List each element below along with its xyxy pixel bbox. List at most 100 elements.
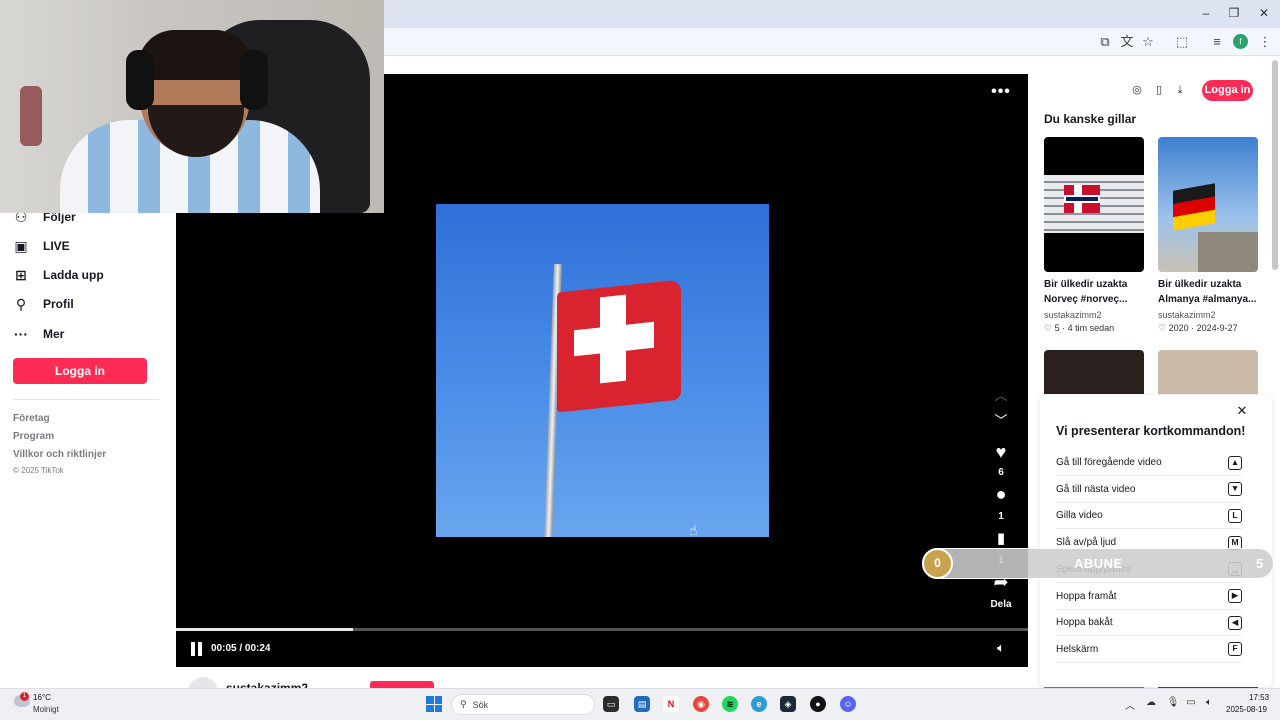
browser-menu-icon[interactable]: ⋮ — [1256, 33, 1274, 51]
onedrive-icon[interactable]: ☁ — [1144, 697, 1158, 708]
minimize-button[interactable]: – — [1196, 4, 1216, 22]
bookmark-star-icon[interactable]: ☆ — [1139, 33, 1157, 51]
shortcut-key-icon: F — [1228, 642, 1242, 657]
page-scrollbar[interactable] — [1272, 60, 1278, 270]
sidebar-item-live[interactable]: ▣ LIVE — [13, 234, 69, 258]
sidebar-item-label: Mer — [43, 327, 65, 341]
suggestion-thumbnail[interactable] — [1044, 350, 1144, 394]
comment-count: 1 — [998, 511, 1004, 522]
install-app-icon[interactable]: ⧉ — [1096, 33, 1114, 51]
sidebar-item-profile[interactable]: ⚲ Profil — [13, 292, 74, 316]
shortcut-row: Gilla video L — [1056, 503, 1242, 530]
upload-icon: ⊞ — [15, 266, 27, 283]
suggestion-user[interactable]: sustakazimm2 — [1044, 310, 1102, 320]
suggestions-title: Du kanske gillar — [1044, 112, 1137, 126]
shortcut-row: Helskärm F — [1056, 637, 1242, 663]
mobile-icon[interactable]: ▯ — [1152, 83, 1166, 97]
sidebar-item-upload[interactable]: ⊞ Ladda upp — [13, 263, 104, 287]
video-timecode: 00:05 / 00:24 — [211, 643, 271, 654]
germany-flag — [1173, 183, 1215, 231]
header-login-button[interactable]: Logga in — [1202, 80, 1253, 101]
subscribe-goal-count: 0 — [922, 548, 953, 579]
more-icon: ··· — [14, 326, 28, 342]
weather-temperature[interactable]: 16°C — [33, 693, 51, 702]
more-options-icon[interactable]: ••• — [990, 83, 1012, 101]
taskbar-search[interactable]: ⚲ Sök — [451, 694, 595, 715]
pause-icon[interactable] — [189, 642, 205, 656]
footer-link-program[interactable]: Program — [13, 431, 54, 442]
discord-icon[interactable]: ☺ — [840, 696, 856, 712]
comment-icon[interactable]: ● — [985, 484, 1017, 504]
suggestion-age: 2024-9-27 — [1196, 323, 1238, 333]
subscribe-goal-target: 5 — [1256, 556, 1264, 571]
copyright-text: © 2025 TikTok — [13, 466, 64, 475]
footer-link-terms[interactable]: Villkor och riktlinjer — [13, 449, 106, 460]
headset-left — [126, 50, 154, 110]
prev-video-icon[interactable]: ︿ — [985, 386, 1017, 406]
shortcut-key-icon: ▲ — [1228, 455, 1242, 470]
speaker-icon[interactable]: 🔈︎ — [1202, 697, 1216, 708]
profile-avatar[interactable]: f — [1233, 34, 1248, 49]
download-icon[interactable]: ⤓ — [1173, 83, 1187, 97]
shortcut-label: Slå av/på ljud — [1056, 537, 1117, 549]
extensions-icon[interactable]: ⬚ — [1173, 33, 1191, 51]
footer-link-company[interactable]: Företag — [13, 413, 50, 424]
task-view-icon[interactable]: ▭ — [603, 696, 619, 712]
video-frame[interactable] — [436, 204, 769, 537]
shortcut-row: Gå till nästa video ▼ — [1056, 477, 1242, 503]
spotify-icon[interactable]: ≋ — [722, 696, 738, 712]
shortcut-label: Gå till föregående video — [1056, 457, 1162, 468]
suggestion-likes: 5 — [1054, 323, 1060, 333]
edge-icon[interactable]: e — [751, 696, 767, 712]
suggestion-age: 4 tim sedan — [1067, 323, 1115, 333]
suggestion-thumbnail[interactable] — [1044, 137, 1144, 272]
headset-right — [240, 50, 268, 110]
suggestion-user[interactable]: sustakazimm2 — [1158, 310, 1216, 320]
windows-start-icon[interactable] — [426, 696, 442, 712]
sidebar-item-more[interactable]: ··· Mer — [13, 322, 64, 346]
sidebar-login-button[interactable]: Logga in — [13, 358, 147, 384]
suggestion-meta: ♡ 2020 · 2024-9-27 — [1158, 323, 1238, 334]
tray-expand-icon[interactable]: ︿ — [1123, 697, 1137, 712]
shortcut-label: Hoppa framåt — [1056, 590, 1117, 602]
save-icon[interactable]: ▮ — [985, 529, 1017, 549]
weather-description[interactable]: Molnigt — [33, 705, 59, 714]
search-icon: ⚲ — [460, 699, 467, 709]
sidebar-item-label: Profil — [43, 297, 74, 311]
like-icon[interactable]: ♥ — [985, 442, 1017, 462]
search-placeholder: Sök — [472, 699, 489, 710]
norway-flag — [1064, 185, 1100, 213]
heart-outline-icon: ♡ — [1158, 323, 1167, 333]
chrome-icon[interactable]: ◉ — [693, 696, 709, 712]
close-window-button[interactable]: ✕ — [1254, 4, 1274, 22]
shortcut-row: Gå till föregående video ▲ — [1056, 450, 1242, 476]
suggestion-thumbnail[interactable] — [1158, 350, 1258, 394]
restore-button[interactable]: ❐ — [1224, 4, 1244, 22]
clock-date[interactable]: 2025-08-19 — [1226, 705, 1267, 714]
suggestion-caption[interactable]: Bir ülkedir uzakta Norveç #norveç... — [1044, 277, 1144, 307]
microphone-icon[interactable]: 🎙︎ — [1166, 697, 1180, 708]
translate-icon[interactable]: 文 — [1118, 33, 1136, 51]
clock-time[interactable]: 17:53 — [1249, 693, 1269, 702]
share-label: Dela — [990, 599, 1012, 610]
obs-icon[interactable]: ● — [810, 696, 826, 712]
volume-icon[interactable]: 🔈︎ — [992, 640, 1010, 656]
caption-line: Norveç #norveç... — [1044, 294, 1128, 305]
shortcut-key-icon: L — [1228, 508, 1242, 523]
sidebar-item-label: Ladda upp — [43, 268, 104, 282]
file-explorer-icon[interactable]: ▤ — [634, 696, 650, 712]
shortcut-key-icon: ▼ — [1228, 482, 1242, 497]
shortcut-label: Gilla video — [1056, 510, 1103, 522]
steam-icon[interactable]: ◈ — [780, 696, 796, 712]
network-icon[interactable]: ▭ — [1184, 697, 1198, 708]
suggestion-thumbnail[interactable] — [1158, 137, 1258, 272]
next-video-icon[interactable]: ﹀ — [985, 411, 1017, 431]
media-control-icon[interactable]: ≡ — [1208, 33, 1226, 51]
heart-outline-icon: ♡ — [1044, 323, 1053, 333]
close-icon[interactable]: ✕ — [1235, 403, 1249, 419]
netflix-icon[interactable]: N — [663, 696, 679, 712]
suggestion-caption[interactable]: Bir ülkedir uzakta Almanya #almanya... — [1158, 277, 1258, 307]
thumbnail-building — [1198, 232, 1258, 272]
explore-icon[interactable]: ◎ — [1130, 83, 1144, 97]
progress-fill — [176, 628, 353, 631]
